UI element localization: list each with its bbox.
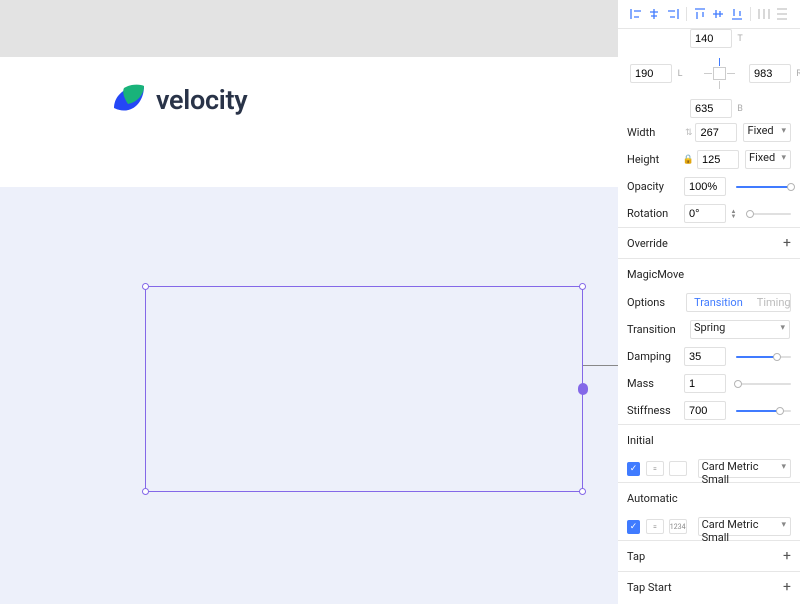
tap-label: Tap — [627, 550, 645, 563]
position-right-input[interactable] — [749, 64, 791, 83]
damping-input[interactable] — [684, 347, 726, 366]
unit-top: T — [735, 34, 745, 44]
automatic-label: Automatic — [627, 492, 678, 505]
position-section: T L R B Width ⇅ Fixed Height 🔒 Fixed Opa… — [618, 29, 800, 228]
width-input[interactable] — [695, 123, 737, 142]
opacity-slider[interactable] — [736, 186, 791, 188]
canvas-area[interactable]: velocity — [0, 0, 618, 604]
override-add-button[interactable]: + — [783, 235, 791, 251]
mass-label: Mass — [627, 377, 684, 390]
position-top-input[interactable] — [690, 29, 732, 48]
opacity-input[interactable] — [684, 177, 726, 196]
resize-handle-mid-right[interactable] — [578, 383, 588, 395]
tap-add-button[interactable]: + — [783, 548, 791, 564]
automatic-badge-swatch[interactable]: 1234 — [669, 519, 687, 534]
initial-eq-icon[interactable]: = — [646, 461, 664, 476]
rotation-label: Rotation — [627, 207, 684, 220]
link-dimensions-icon[interactable]: ⇅ — [685, 128, 693, 138]
options-toggle[interactable]: Transition Timing — [686, 293, 791, 312]
height-mode-select[interactable]: Fixed — [745, 150, 791, 169]
initial-section: Initial ✓ = Card Metric Small — [618, 425, 800, 483]
canvas-toolbar-bg — [0, 0, 618, 57]
align-center-h-icon[interactable] — [646, 5, 664, 23]
initial-target-select[interactable]: Card Metric Small — [698, 459, 791, 478]
initial-label: Initial — [627, 434, 654, 447]
alignment-toolbar — [627, 0, 791, 28]
position-bottom-input[interactable] — [690, 99, 732, 118]
inspector-panel: T L R B Width ⇅ Fixed Height 🔒 Fixed Opa… — [618, 0, 800, 604]
automatic-checkbox[interactable]: ✓ — [627, 520, 640, 534]
tapstart-section: Tap Start + — [618, 572, 800, 602]
automatic-section: Automatic ✓ = 1234 Card Metric Small — [618, 483, 800, 541]
override-label: Override — [627, 237, 668, 250]
height-input[interactable] — [697, 150, 739, 169]
opacity-label: Opacity — [627, 180, 684, 193]
anchor-widget[interactable] — [694, 53, 744, 93]
transition-select[interactable]: Spring — [690, 320, 790, 339]
magicmove-title: MagicMove — [627, 268, 684, 281]
distribute-h-icon[interactable] — [755, 5, 773, 23]
position-left-input[interactable] — [630, 64, 672, 83]
width-mode-select[interactable]: Fixed — [743, 123, 791, 142]
width-label: Width — [627, 126, 682, 139]
align-middle-icon[interactable] — [709, 5, 727, 23]
distribute-v-icon[interactable] — [773, 5, 791, 23]
measurement-line — [583, 365, 618, 366]
stiffness-input[interactable] — [684, 401, 726, 420]
options-transition-tab[interactable]: Transition — [687, 294, 750, 311]
mass-input[interactable] — [684, 374, 726, 393]
resize-handle-top-left[interactable] — [142, 283, 149, 290]
tap-section: Tap + — [618, 541, 800, 572]
magicmove-section: MagicMove Options Transition Timing Tran… — [618, 259, 800, 425]
override-section: Override + — [618, 228, 800, 259]
canvas-card: velocity — [0, 57, 618, 187]
rotation-stepper[interactable]: ▲▼ — [729, 209, 738, 219]
resize-handle-bottom-right[interactable] — [579, 488, 586, 495]
unit-bottom: B — [735, 104, 745, 114]
unit-right: R — [794, 69, 800, 79]
height-label: Height — [627, 153, 680, 166]
align-bottom-icon[interactable] — [728, 5, 746, 23]
rotation-input[interactable] — [684, 204, 726, 223]
stiffness-slider[interactable] — [736, 410, 791, 412]
transition-label: Transition — [627, 323, 684, 336]
damping-label: Damping — [627, 350, 684, 363]
options-timing-tab[interactable]: Timing — [750, 294, 791, 311]
lock-icon[interactable]: 🔒 — [683, 155, 694, 165]
rotation-slider[interactable] — [748, 213, 791, 215]
tapstart-add-button[interactable]: + — [783, 579, 791, 595]
mass-slider[interactable] — [736, 383, 791, 385]
resize-handle-bottom-left[interactable] — [142, 488, 149, 495]
resize-handle-top-right[interactable] — [579, 283, 586, 290]
alignment-section — [618, 0, 800, 29]
align-right-icon[interactable] — [664, 5, 682, 23]
unit-left: L — [675, 69, 685, 79]
align-top-icon[interactable] — [691, 5, 709, 23]
stiffness-label: Stiffness — [627, 404, 684, 417]
automatic-target-select[interactable]: Card Metric Small — [698, 517, 791, 536]
brand-logo: velocity — [110, 80, 247, 120]
brand-logo-mark — [110, 80, 146, 120]
options-label: Options — [627, 296, 680, 309]
automatic-eq-icon[interactable]: = — [646, 519, 664, 534]
align-left-icon[interactable] — [627, 5, 645, 23]
initial-checkbox[interactable]: ✓ — [627, 462, 640, 476]
initial-blank-swatch[interactable] — [669, 461, 687, 476]
brand-logo-text: velocity — [156, 84, 247, 116]
canvas-selection[interactable] — [145, 286, 583, 492]
tapstart-label: Tap Start — [627, 581, 672, 594]
damping-slider[interactable] — [736, 356, 791, 358]
